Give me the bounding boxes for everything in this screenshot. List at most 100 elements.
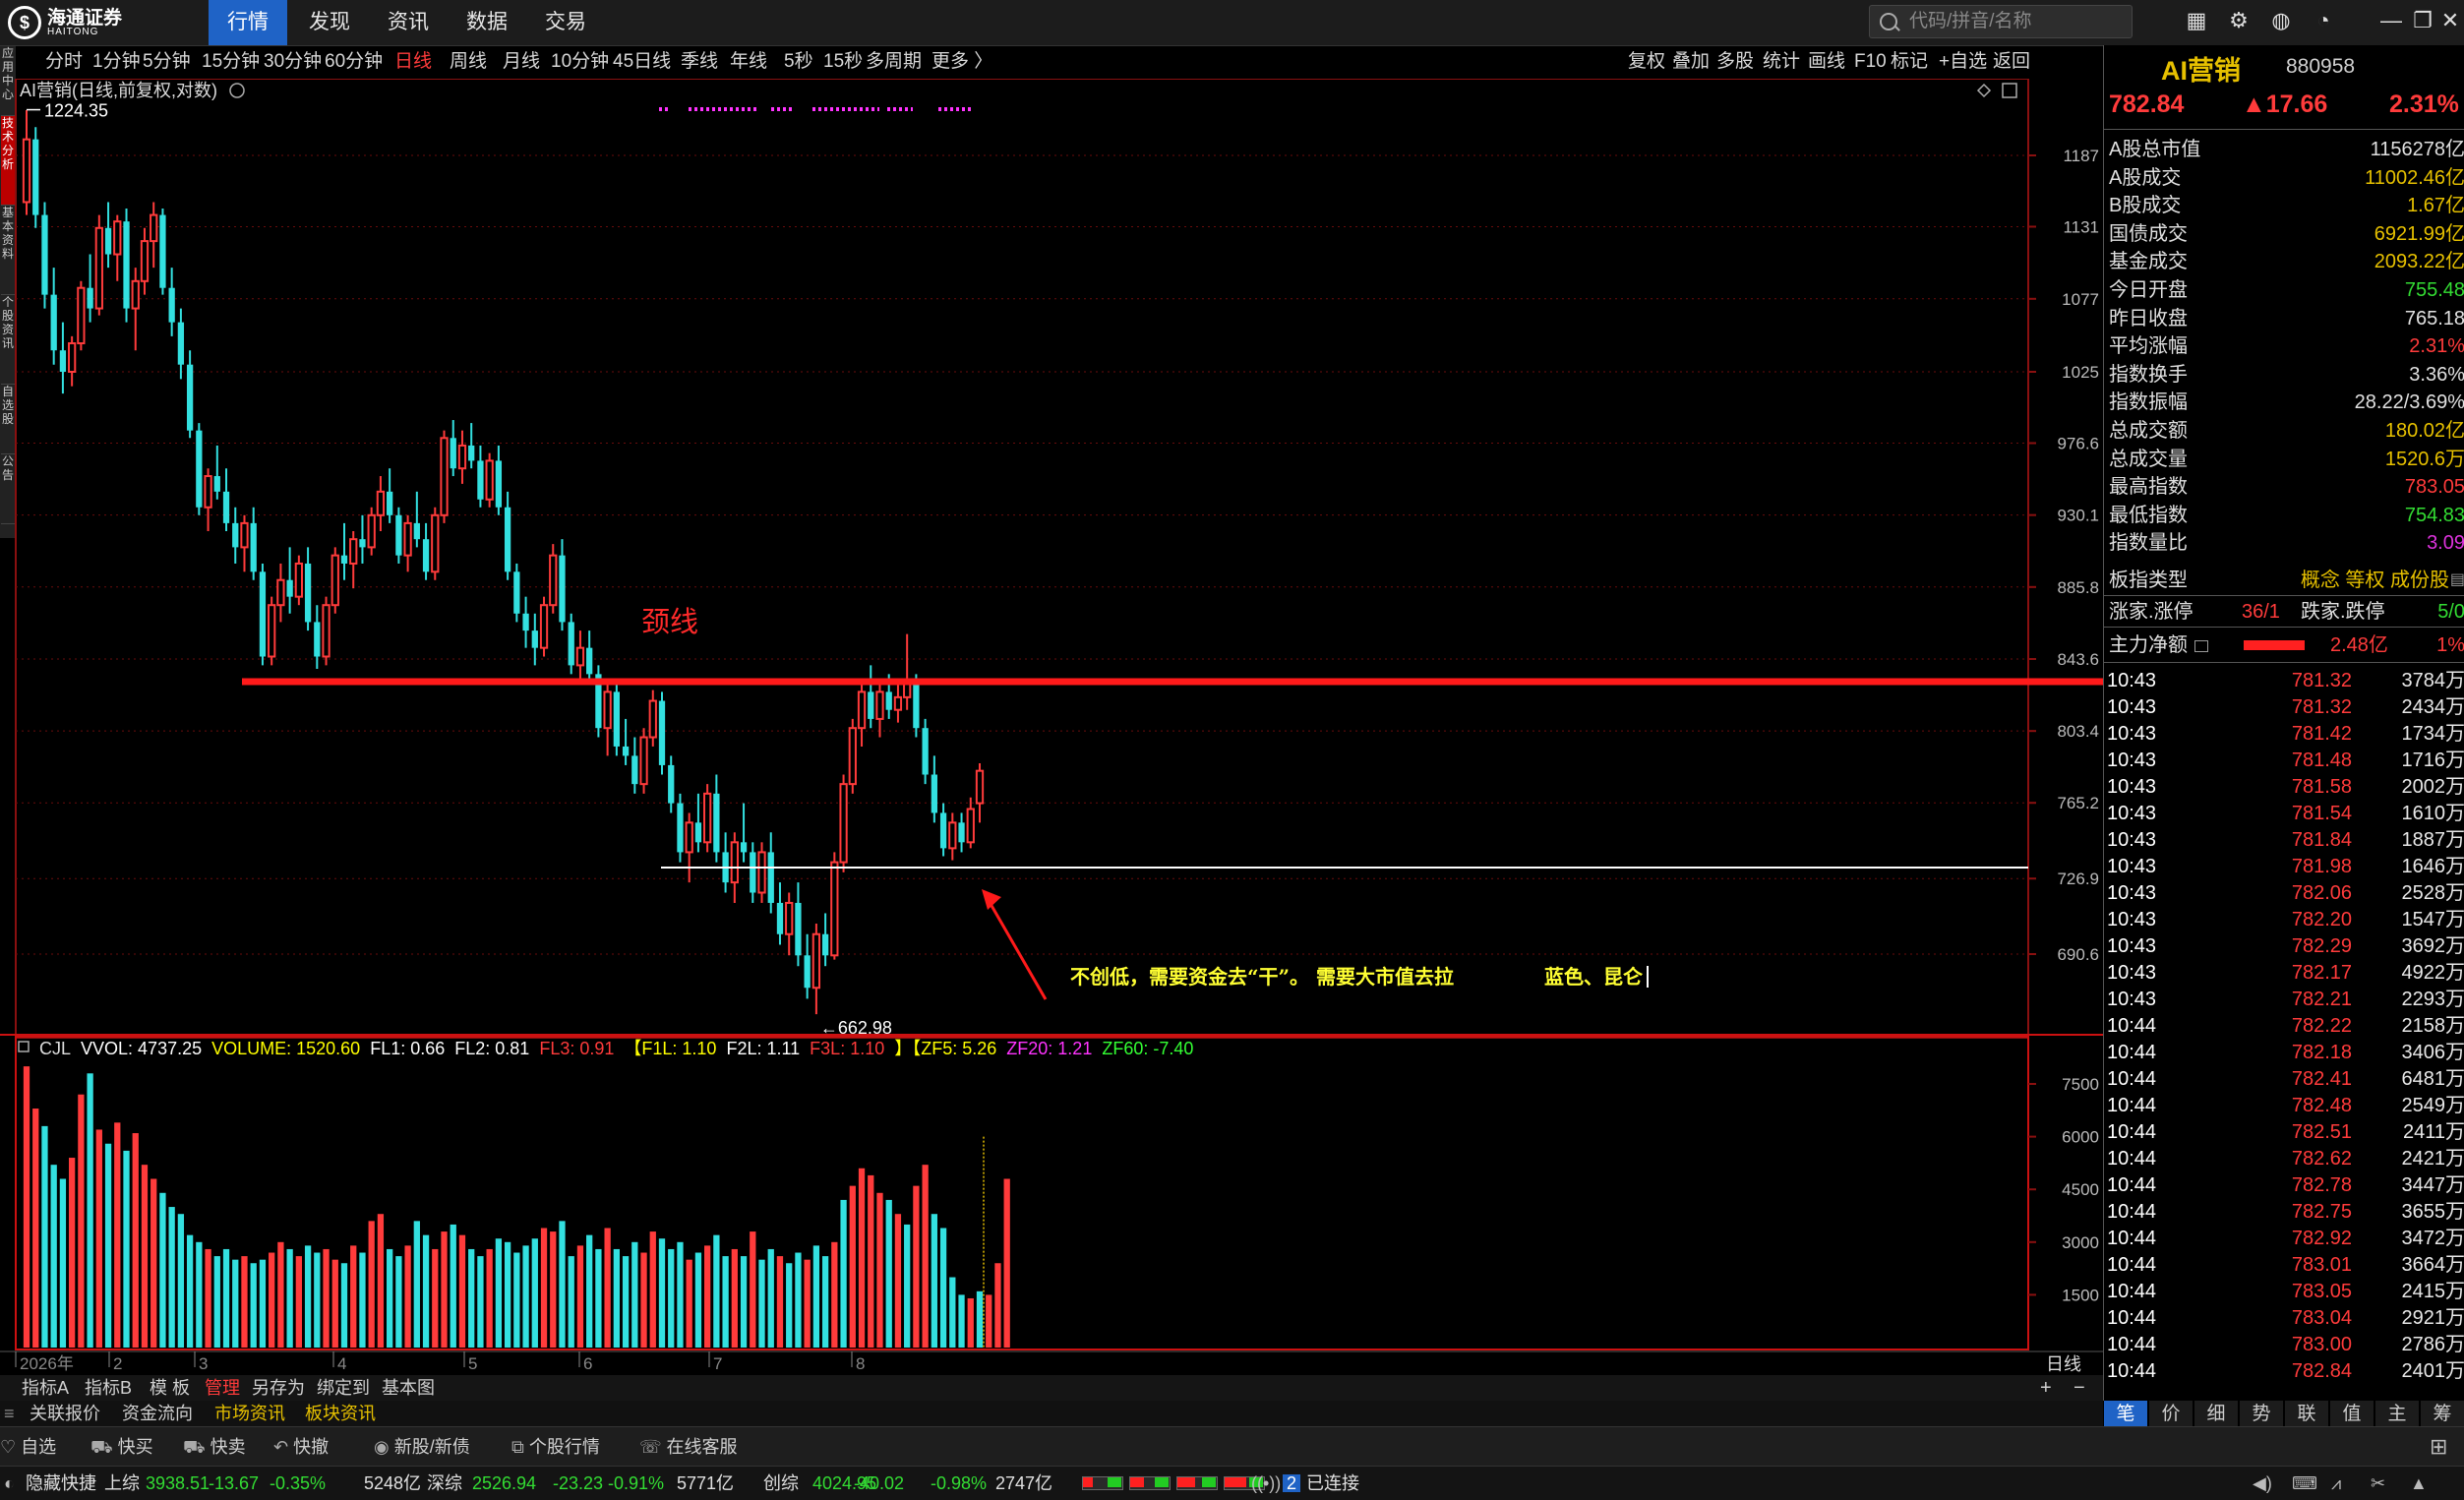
tool-8[interactable]: 返回 (1993, 46, 2030, 78)
menu-quotes[interactable]: 行情 (209, 0, 287, 45)
period-13[interactable]: 5秒 (784, 46, 813, 78)
indicator-tab-1[interactable]: 指标B (85, 1375, 132, 1401)
period-14[interactable]: 15秒 (823, 46, 863, 78)
diamond-icon[interactable] (1978, 85, 1990, 96)
period-16[interactable]: 更多 〉 (932, 46, 992, 78)
status-item-14: -0.98% (931, 1467, 987, 1500)
price-axis-label: 765.2 (2057, 794, 2099, 812)
volume-bar (332, 1260, 338, 1348)
tool-2[interactable]: 多股 (1716, 46, 1754, 78)
period-12[interactable]: 年线 (730, 46, 767, 78)
tick-time: 10:44 (2107, 1093, 2156, 1119)
period-4[interactable]: 30分钟 (264, 46, 322, 78)
indicator-tab-4[interactable]: 另存为 (252, 1375, 305, 1401)
quote-tab-1[interactable]: 价 (2149, 1401, 2193, 1428)
tool-button-6[interactable]: ☏ 在线客服 (639, 1427, 738, 1467)
globe-icon[interactable]: ◍ (2268, 8, 2294, 33)
grid-icon[interactable]: ▦ (2184, 8, 2209, 33)
close-icon[interactable]: ✕ (2437, 8, 2463, 33)
menu-news[interactable]: 资讯 (369, 0, 448, 45)
quote-tab-7[interactable]: 筹 (2421, 1401, 2464, 1428)
info-tab-0[interactable]: 关联报价 (30, 1401, 100, 1426)
high-label: 1224.35 (44, 101, 108, 121)
info-tab-1[interactable]: 资金流向 (122, 1401, 193, 1426)
period-10[interactable]: 45日线 (613, 46, 671, 78)
period-0[interactable]: 分时 (45, 46, 83, 78)
period-9[interactable]: 10分钟 (551, 46, 609, 78)
volume-bar (432, 1249, 438, 1348)
restore-icon[interactable]: ❐ (2410, 8, 2435, 33)
search-input[interactable]: 代码/拼音/名称 (1869, 5, 2133, 38)
indicator-tab-3[interactable]: 管理 (205, 1375, 240, 1401)
info-tab-3[interactable]: 板块资讯 (305, 1401, 376, 1426)
quote-tab-5[interactable]: 值 (2330, 1401, 2374, 1428)
tool-button-3[interactable]: ↶ 快撤 (273, 1427, 329, 1467)
period-5[interactable]: 60分钟 (325, 46, 383, 78)
chart-title: AI营销(日线,前复权,对数) (20, 81, 217, 100)
tool-7[interactable]: +自选 (1939, 46, 1987, 78)
period-1[interactable]: 1分钟 (92, 46, 141, 78)
tool-6[interactable]: 标记 (1891, 46, 1928, 78)
gear-icon[interactable]: ⚙ (2226, 8, 2252, 33)
tool-1[interactable]: 叠加 (1672, 46, 1710, 78)
tools-icon[interactable]: ✂ (2371, 1467, 2385, 1500)
settings-icon[interactable] (230, 84, 244, 97)
indicator-tab-0[interactable]: 指标A (22, 1375, 69, 1401)
tool-4[interactable]: 画线 (1808, 46, 1845, 78)
status-item-4: -0.35% (270, 1467, 326, 1500)
period-15[interactable]: 多周期 (866, 46, 922, 78)
tool-button-5[interactable]: ⧉ 个股行情 (511, 1427, 600, 1467)
quote-tab-0[interactable]: 笔 (2104, 1401, 2147, 1428)
volume-bar (687, 1260, 692, 1348)
status-item-0[interactable]: 隐藏快捷 (26, 1467, 96, 1500)
period-7[interactable]: 周线 (450, 46, 487, 78)
period-11[interactable]: 季线 (681, 46, 718, 78)
candle-body (604, 691, 610, 728)
tick-price: 782.84 (2244, 1358, 2352, 1385)
volume-icon[interactable]: ◀) (2253, 1467, 2272, 1500)
headset-icon: ☏ (639, 1437, 667, 1457)
period-8[interactable]: 月线 (503, 46, 540, 78)
indicator-tab-5[interactable]: 绑定到 (317, 1375, 370, 1401)
main-flow-pct: 1% (2436, 631, 2464, 659)
quote-tab-4[interactable]: 联 (2285, 1401, 2328, 1428)
period-3[interactable]: 15分钟 (202, 46, 260, 78)
board-type-value[interactable]: 概念 等权 成份股 (2301, 567, 2449, 594)
indicator-tab-6[interactable]: 基本图 (382, 1375, 435, 1401)
tick-volume: 3784万 (2402, 668, 2464, 694)
arrow-icon[interactable]: ▲ (2410, 1467, 2428, 1500)
chart-icon[interactable]: ⩘ (2331, 1467, 2341, 1500)
add-icon[interactable]: ⊞ (2430, 1427, 2447, 1467)
menu-data[interactable]: 数据 (448, 0, 526, 45)
tick-row: 10:44782.482549万 (2104, 1093, 2464, 1119)
tool-button-2[interactable]: ⛟ 快卖 (183, 1427, 246, 1467)
keyboard-icon[interactable]: ⌨ (2292, 1467, 2317, 1500)
expand-icon[interactable] (2003, 84, 2016, 97)
menu-trade[interactable]: 交易 (526, 0, 605, 45)
quote-tab-2[interactable]: 细 (2194, 1401, 2238, 1428)
menu-discover[interactable]: 发现 (290, 0, 369, 45)
tool-0[interactable]: 复权 (1628, 46, 1665, 78)
chat-icon[interactable]: ◔ (2311, 8, 2336, 33)
tool-5[interactable]: F10 (1854, 46, 1887, 78)
indicator-value: VOLUME: 1520.60 (211, 1039, 360, 1058)
hide-icon[interactable]: ◐ (4, 1467, 15, 1500)
indicator-settings-icon[interactable] (19, 1042, 29, 1051)
tool-button-1[interactable]: ⛟ 快买 (90, 1427, 153, 1467)
tool-button-0[interactable]: ♡ 自选 (0, 1427, 56, 1467)
quote-tab-6[interactable]: 主 (2375, 1401, 2419, 1428)
kline-chart[interactable]: 1187113110771025976.6930.1885.8843.6803.… (0, 79, 2103, 1375)
quote-tab-3[interactable]: 势 (2240, 1401, 2283, 1428)
tool-3[interactable]: 统计 (1763, 46, 1800, 78)
period-2[interactable]: 5分钟 (143, 46, 191, 78)
stat-label: 基金成交 (2109, 248, 2188, 275)
collapse-icon[interactable]: ≡ (4, 1401, 15, 1426)
volume-bar (341, 1263, 347, 1348)
zoom-out-icon[interactable]: − (2073, 1375, 2085, 1401)
minimize-icon[interactable]: — (2378, 8, 2404, 33)
info-tab-2[interactable]: 市场资讯 (214, 1401, 285, 1426)
indicator-tab-2[interactable]: 模 板 (150, 1375, 190, 1401)
period-6[interactable]: 日线 (394, 46, 432, 78)
tool-button-4[interactable]: ◉ 新股/新债 (374, 1427, 470, 1467)
zoom-in-icon[interactable]: + (2040, 1375, 2052, 1401)
